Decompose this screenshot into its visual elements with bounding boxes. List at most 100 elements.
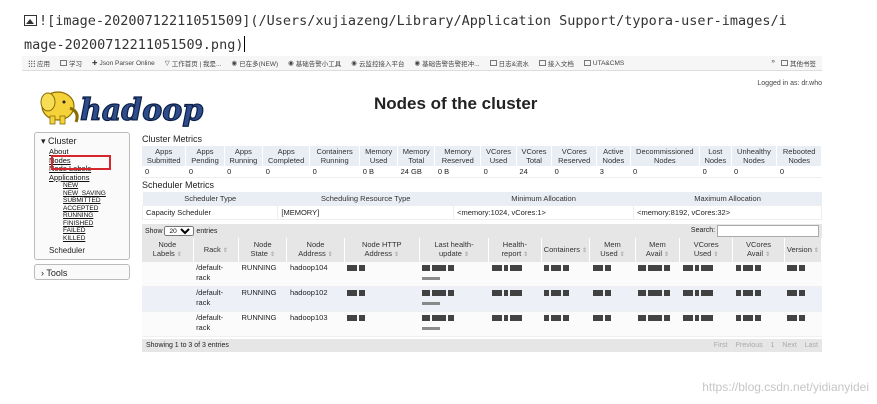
metrics-value: 0 (262, 166, 310, 178)
scheduler-header: Scheduling Resource Type (277, 192, 454, 206)
sidebar-item-applications[interactable]: Applications (49, 173, 129, 183)
redacted-block (544, 265, 550, 272)
redacted-block (503, 315, 508, 322)
metrics-value: 0 (224, 166, 263, 178)
redacted-block (347, 315, 358, 322)
node-address-cell[interactable]: hadoop102 (286, 286, 345, 312)
redacted-block (754, 315, 761, 322)
nodes-column-header[interactable]: Rack ⇕ (193, 238, 240, 262)
app-state-accepted[interactable]: ACCEPTED (63, 205, 129, 213)
nodes-highlight-box (51, 155, 111, 170)
page-next[interactable]: Next (782, 342, 796, 349)
search-input[interactable] (717, 225, 819, 237)
bookmark-other[interactable]: 其他书签 (781, 58, 816, 68)
main-content: Cluster Metrics Apps Submitted Apps Pendi… (141, 132, 822, 352)
sort-icon: ⇕ (523, 252, 529, 258)
nodes-column-header[interactable]: Mem Used ⇕ (589, 238, 636, 262)
node-row[interactable]: /default-rack RUNNING hadoop104 (142, 262, 822, 287)
nodes-column-header[interactable]: Version ⇕ (784, 238, 822, 262)
folder-icon (781, 60, 788, 66)
node-address-cell[interactable]: hadoop104 (286, 262, 345, 287)
app-state-new-saving[interactable]: NEW_SAVING (63, 190, 129, 198)
nodes-column-header[interactable]: Node HTTP Address ⇕ (344, 238, 420, 262)
rack-cell: /default-rack (193, 311, 239, 337)
app-state-submitted[interactable]: SUBMITTED (63, 197, 129, 205)
bookmark-uta[interactable]: UTA&CMS (583, 60, 624, 67)
scheduler-value: <memory:1024, vCores:1> (453, 205, 635, 220)
hadoop-header: hadoop Nodes of the cluster Logged in as… (22, 70, 822, 132)
nodes-column-header[interactable]: VCores Used ⇕ (679, 238, 734, 262)
bookmark-docs[interactable]: 接入文档 (538, 58, 574, 68)
redacted-block (604, 265, 611, 272)
app-state-killed[interactable]: KILLED (63, 235, 129, 243)
nodes-column-header[interactable]: Node Address ⇕ (286, 238, 345, 262)
scheduler-header: Maximum Allocation (633, 192, 822, 206)
sort-icon: ⇕ (619, 252, 625, 258)
sidebar: ▾ Cluster About Nodes Node Labels Applic… (34, 132, 130, 284)
entries-select[interactable]: 20 (164, 226, 195, 236)
page-first[interactable]: First (714, 342, 728, 349)
redacted-block (694, 315, 699, 322)
metrics-value: 0 (699, 166, 732, 178)
apps-grid-icon (28, 59, 35, 67)
redacted-block (491, 290, 502, 297)
page-current[interactable]: 1 (771, 342, 775, 349)
nodes-column-header[interactable]: VCores Avail ⇕ (732, 238, 785, 262)
mem-avail-cell (635, 262, 680, 287)
redacted-block (799, 315, 806, 322)
app-state-failed[interactable]: FAILED (63, 227, 129, 235)
bookmark-json-parser[interactable]: ✚ Json Parser Online (92, 59, 155, 68)
markdown-image-line: ![image-20200712211051509](/Users/xujiaz… (24, 10, 787, 32)
bookmark-5[interactable]: ◉ 基础告警小工具 (288, 58, 341, 68)
nodes-column-header[interactable]: Mem Avail ⇕ (635, 238, 681, 262)
node-row[interactable]: /default-rack RUNNING hadoop103 (142, 311, 822, 337)
pagination: First Previous 1 Next Last (708, 342, 818, 349)
bookmark-logs[interactable]: 日志&流水 (489, 58, 529, 68)
metrics-header: Apps Running (224, 146, 264, 166)
bookmark-apps[interactable]: 应用 (28, 58, 50, 68)
nodes-column-header[interactable]: Containers ⇕ (541, 238, 591, 262)
redacted-block (694, 290, 699, 297)
bookmarks-overflow[interactable]: » (771, 58, 775, 68)
bookmark-4[interactable]: ◉ 已在多(NEW) (231, 58, 278, 68)
app-state-running[interactable]: RUNNING (63, 212, 129, 220)
app-state-new[interactable]: NEW (63, 182, 129, 190)
bookmark-6[interactable]: ◉ 云监控接入平台 (351, 58, 404, 68)
redacted-block (592, 290, 603, 297)
cluster-metrics-title: Cluster Metrics (142, 134, 203, 144)
table-footer: Showing 1 to 3 of 3 entries First Previo… (142, 339, 822, 352)
nodes-column-header[interactable]: Health-report ⇕ (488, 238, 542, 262)
health-report-cell (488, 262, 542, 287)
bookmark-7[interactable]: ◉ 基础告警告警拒冲... (414, 58, 479, 68)
redacted-block (648, 290, 663, 297)
bookmarks-bar: 应用 学习 ✚ Json Parser Online ▽ 工作首页 | 我是... … (22, 56, 822, 71)
page-last[interactable]: Last (805, 342, 818, 349)
hadoop-logo: hadoop (40, 91, 204, 128)
json-icon: ✚ (92, 60, 98, 67)
bookmark-work-home[interactable]: ▽ 工作首页 | 我是... (165, 58, 222, 68)
node-row[interactable]: /default-rack RUNNING hadoop102 (142, 286, 822, 312)
node-address-cell[interactable]: hadoop103 (286, 311, 345, 337)
sidebar-item-scheduler[interactable]: Scheduler (35, 242, 129, 259)
redacted-block (551, 290, 562, 297)
metrics-header: Unhealthy Nodes (731, 146, 778, 166)
nodes-column-header[interactable]: Node Labels ⇕ (142, 238, 194, 262)
bookmark-study[interactable]: 学习 (60, 58, 82, 68)
metrics-header: Apps Pending (185, 146, 225, 166)
metrics-value: 24 GB (397, 166, 435, 178)
redacted-block (359, 265, 366, 272)
metrics-value: 0 (731, 166, 777, 178)
scheduler-value: [MEMORY] (277, 205, 455, 220)
app-state-finished[interactable]: FINISHED (63, 220, 129, 228)
redacted-block (563, 315, 570, 322)
redacted-block (347, 265, 358, 272)
folder-icon (538, 60, 546, 66)
nodes-column-header[interactable]: Last health-update ⇕ (419, 238, 490, 262)
nodes-column-header[interactable]: Node State ⇕ (238, 238, 288, 262)
redacted-block (503, 265, 508, 272)
scheduler-metrics-title: Scheduler Metrics (142, 180, 215, 190)
tools-toggle[interactable]: › Tools (35, 267, 129, 279)
page-previous[interactable]: Previous (735, 342, 762, 349)
metrics-header: Memory Total (397, 146, 436, 166)
redacted-block (787, 265, 798, 272)
